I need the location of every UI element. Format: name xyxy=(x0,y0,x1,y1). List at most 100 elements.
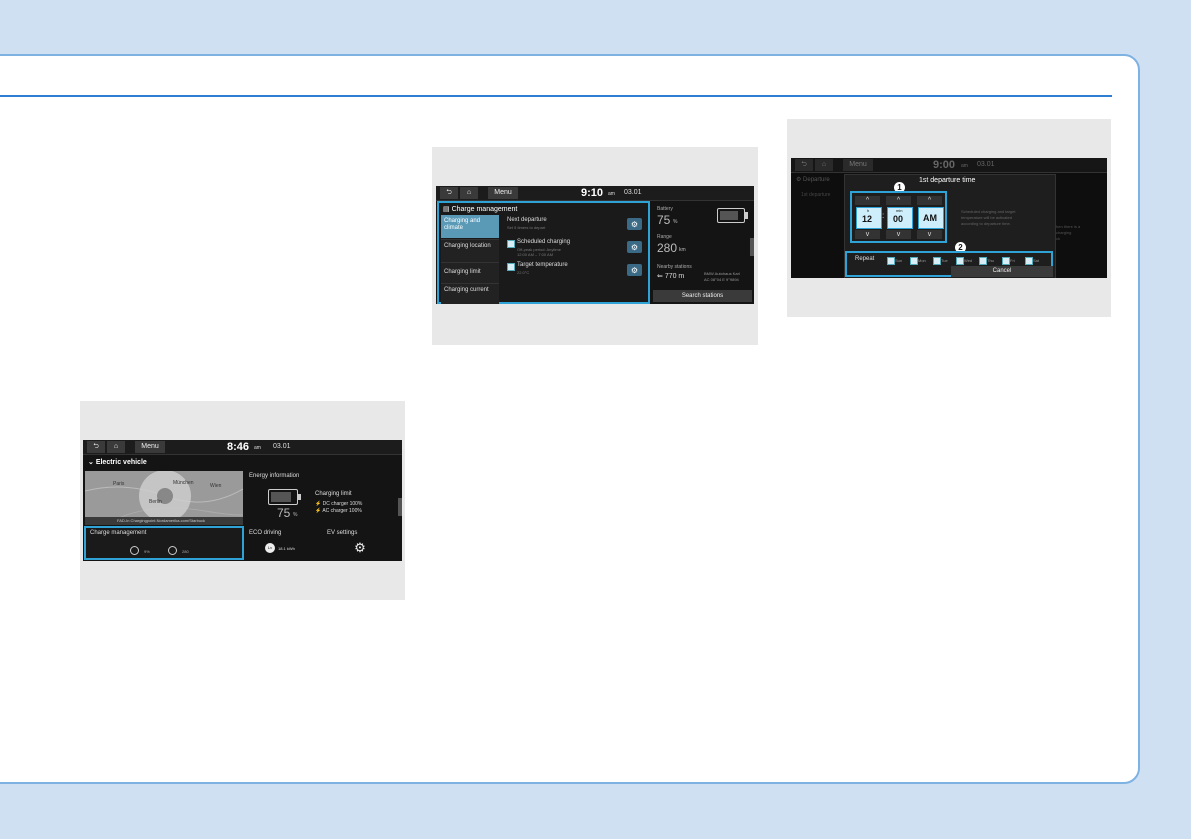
battery-icon xyxy=(268,489,301,505)
day-checkbox-mon[interactable] xyxy=(910,257,918,265)
home-button[interactable]: ⌂ xyxy=(460,187,478,199)
scheduled-charging-checkbox[interactable] xyxy=(507,240,515,248)
clock: 9:00 xyxy=(933,159,956,171)
hour-field[interactable]: h 12 xyxy=(856,207,882,229)
day-checkbox-sat[interactable] xyxy=(1025,257,1033,265)
gear-icon[interactable]: ⚙ xyxy=(353,540,367,555)
next-departure-settings-button[interactable]: ⚙ xyxy=(627,218,642,230)
cancel-button[interactable]: Cancel xyxy=(951,266,1053,277)
ac-charger-limit: ⚡ AC charger 100% xyxy=(315,508,362,514)
clock-ampm: am xyxy=(608,191,615,197)
ampm-down-button[interactable]: v xyxy=(917,230,942,239)
battery-unit: % xyxy=(673,219,678,225)
minute-down-button[interactable]: v xyxy=(886,230,911,239)
menu-button[interactable]: Menu xyxy=(488,187,518,199)
tab-charging-and-climate[interactable]: Charging and climate xyxy=(441,215,499,238)
charge-management-panel: ▤ Charge management Charging and climate… xyxy=(437,201,650,304)
day-label-wed: Wed xyxy=(964,258,973,263)
range-unit: km xyxy=(679,247,686,253)
day-label-sun: Sun xyxy=(895,258,903,263)
popup-text-2: temperature will be activated xyxy=(961,215,1012,220)
home-button[interactable]: ⌂ xyxy=(107,441,125,453)
day-label-fri: Fri xyxy=(1010,258,1015,263)
screenshot-frame-electric-vehicle: ⮌ ⌂ Menu 8:46 am 03.01 ⌄ Electric vehicl… xyxy=(80,401,405,600)
bg-side-text-3: ck xyxy=(1056,236,1060,241)
tab-label: Charging limit xyxy=(444,269,481,275)
search-stations-button[interactable]: Search stations xyxy=(653,290,752,302)
map-label-paris: Paris xyxy=(113,481,125,487)
panel-header-text: Charge management xyxy=(451,206,518,213)
nearby-station-row: ⇐ 770 m xyxy=(657,272,684,280)
map[interactable]: München Paris Wien Berlin FAD-In Chargin… xyxy=(85,471,243,525)
eco-value: 18.1 kWh xyxy=(278,546,295,551)
next-departure-sub: Set 5 timers to depart xyxy=(507,225,546,230)
menu-button[interactable]: Menu xyxy=(843,159,873,171)
day-checkbox-wed[interactable] xyxy=(956,257,964,265)
battery-unit: % xyxy=(293,512,298,518)
clock-ampm: am xyxy=(254,445,261,451)
eco-level-badge: Lv xyxy=(265,543,275,553)
screen-electric-vehicle: ⮌ ⌂ Menu 8:46 am 03.01 ⌄ Electric vehicl… xyxy=(83,440,402,561)
charge-management-tile[interactable]: Charge management 9% 280 xyxy=(84,526,244,560)
arrow-left-icon: ⇐ xyxy=(657,273,665,280)
tab-charging-current[interactable]: Charging current xyxy=(441,283,499,304)
popup-text-1: Scheduled charging and target xyxy=(961,209,1016,214)
back-button[interactable]: ⮌ xyxy=(795,159,813,171)
day-label-tue: Tue xyxy=(941,258,948,263)
target-temperature-label: Target temperature xyxy=(517,262,568,268)
charge-management-icon: ▤ xyxy=(443,206,452,213)
range-value: 280 xyxy=(657,241,678,255)
tab-label: Charging current xyxy=(444,287,489,293)
clock-ampm: am xyxy=(961,163,968,169)
cm-value-1: 9% xyxy=(144,549,150,554)
day-checkbox-tue[interactable] xyxy=(933,257,941,265)
hour-value: 12 xyxy=(862,214,873,224)
top-bar: ⮌ ⌂ Menu 9:00 am 03.01 xyxy=(791,158,1107,173)
timer-icon xyxy=(168,546,177,555)
home-icon: ⌂ xyxy=(821,161,827,168)
gear-icon: ⚙ xyxy=(796,177,804,183)
scheduled-charging-settings-button[interactable]: ⚙ xyxy=(627,241,642,253)
minute-field[interactable]: min 00 xyxy=(887,207,913,229)
home-button[interactable]: ⌂ xyxy=(815,159,833,171)
ampm-field[interactable]: AM xyxy=(918,207,944,229)
nearby-stations-label: Nearby stations xyxy=(657,264,692,270)
target-temperature-settings-button[interactable]: ⚙ xyxy=(627,264,642,276)
minute-value: 00 xyxy=(893,214,904,224)
day-checkbox-fri[interactable] xyxy=(1002,257,1010,265)
screen-title-text: Electric vehicle xyxy=(95,459,147,466)
day-checkbox-sun[interactable] xyxy=(887,257,895,265)
target-temperature-checkbox[interactable] xyxy=(507,263,515,271)
hour-up-button[interactable]: ^ xyxy=(855,196,880,205)
menu-button[interactable]: Menu xyxy=(135,441,165,453)
energy-info-title: Energy information xyxy=(249,473,300,479)
back-button[interactable]: ⮌ xyxy=(87,441,105,453)
day-checkbox-thu[interactable] xyxy=(979,257,987,265)
day-label-sat: Sat xyxy=(1033,258,1040,263)
time-separator: : xyxy=(882,211,885,220)
battery-icon xyxy=(717,208,748,223)
side-handle[interactable] xyxy=(750,238,754,256)
gear-icon: ⚙ xyxy=(630,242,639,252)
map-status-text: FAD-In Chargingpoint.Nordamerika.com/Sta… xyxy=(117,518,206,523)
hour-down-button[interactable]: v xyxy=(855,230,880,239)
clock-icon xyxy=(130,546,139,555)
home-icon: ⌂ xyxy=(113,443,119,450)
charge-management-title: Charge management xyxy=(90,530,147,536)
back-button[interactable]: ⮌ xyxy=(440,187,458,199)
side-handle[interactable] xyxy=(398,498,402,516)
dc-charger-limit: ⚡ DC charger 100% xyxy=(315,501,362,507)
tab-label: Charging location xyxy=(444,243,491,249)
battery-label: Battery xyxy=(657,206,673,212)
minute-up-button[interactable]: ^ xyxy=(886,196,911,205)
scheduled-charging-label: Scheduled charging xyxy=(517,239,571,245)
tab-charging-location[interactable]: Charging location xyxy=(441,239,499,262)
date: 03.01 xyxy=(977,161,995,168)
charging-limit-title: Charging limit xyxy=(315,491,352,497)
top-bar: ⮌ ⌂ Menu 9:10 am 03.01 xyxy=(436,186,754,201)
tab-charging-limit[interactable]: Charging limit xyxy=(441,262,499,283)
ampm-up-button[interactable]: ^ xyxy=(917,196,942,205)
clock: 9:10 xyxy=(581,187,604,199)
tab-label: Charging and climate xyxy=(444,218,481,231)
ev-settings-title: EV settings xyxy=(327,530,358,536)
